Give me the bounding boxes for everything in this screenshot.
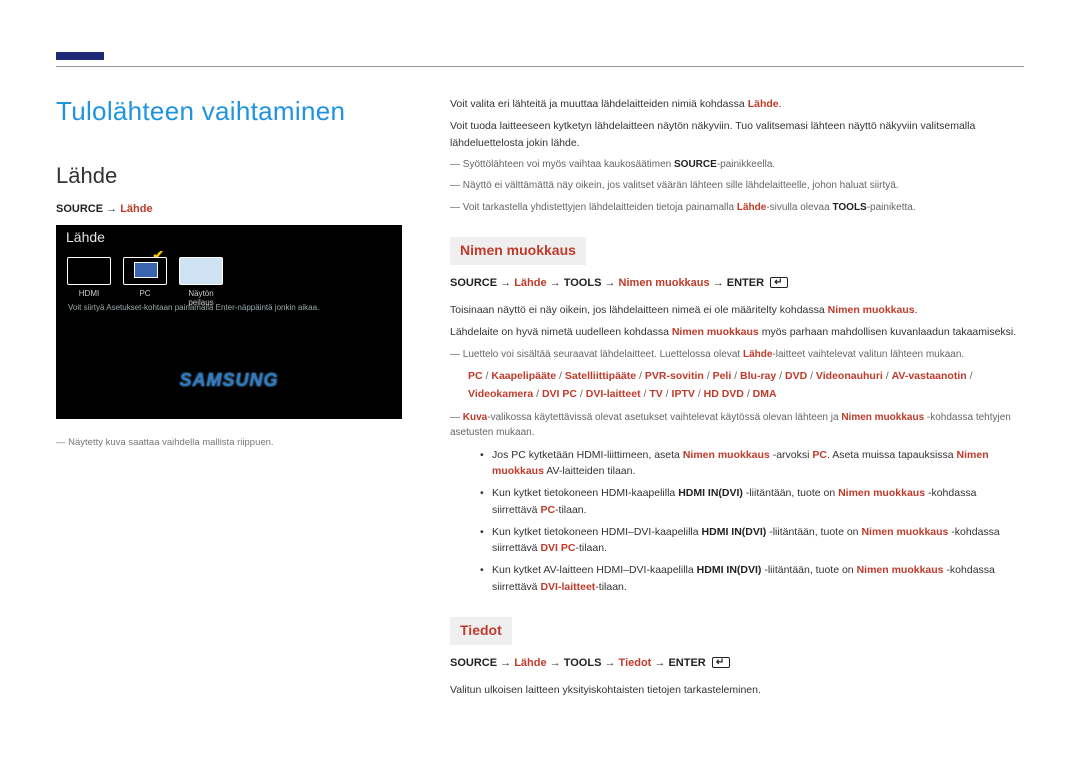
bullet-1: Jos PC kytketään HDMI-liittimeen, aseta … [480,447,1024,480]
bullet-2: Kun kytket tietokoneen HDMI-kaapelilla H… [480,485,1024,518]
para-4: Lähdelaite on hyvä nimetä uudelleen kohd… [450,324,1024,340]
breadcrumb-path-2: SOURCE → Lähde → TOOLS → Nimen muokkaus … [450,275,1024,292]
breadcrumb-path-1: SOURCE → Lähde [56,203,402,215]
source-item-pc: ✔ PC [120,257,170,307]
hdmi-icon [67,257,111,285]
enter-icon [712,657,730,668]
para-tiedot: Valitun ulkoisen laitteen yksityiskohtai… [450,682,1024,698]
note-3: Voit tarkastella yhdistettyjen lähdelait… [450,200,1024,216]
samsung-logo: SAMSUNG [179,370,278,391]
mirror-icon [179,257,223,285]
tv-screenshot: Lähde HDMI ✔ PC Näytön peilaus Voit siir… [56,225,402,419]
breadcrumb-path-3: SOURCE → Lähde → TOOLS → Tiedot → ENTER [450,655,1024,672]
screenshot-hint: Voit siirtyä Asetukset-kohtaan painamall… [68,303,319,312]
note-2: Näyttö ei välttämättä näy oikein, jos va… [450,178,1024,194]
right-column: Voit valita eri lähteitä ja muuttaa lähd… [450,96,1024,704]
bullet-list: Jos PC kytketään HDMI-liittimeen, aseta … [480,447,1024,595]
enter-icon [770,277,788,288]
source-item-mirror: Näytön peilaus [176,257,226,307]
heading-tiedot: Tiedot [450,617,512,645]
bullet-3: Kun kytket tietokoneen HDMI–DVI-kaapelil… [480,524,1024,557]
page-title: Tulolähteen vaihtaminen [56,96,402,127]
path-lahde: Lähde [120,203,152,215]
note-4: Luettelo voi sisältää seuraavat lähdelai… [450,347,1024,363]
note-5: Kuva-valikossa käytettävissä olevat aset… [450,410,1024,441]
screenshot-title: Lähde [66,229,105,245]
note-1: Syöttölähteen voi myös vaihtaa kaukosäät… [450,157,1024,173]
para-1: Voit valita eri lähteitä ja muuttaa lähd… [450,96,1024,112]
para-2: Voit tuoda laitteeseen kytketyn lähdelai… [450,118,1024,151]
heading-nimen-muokkaus: Nimen muokkaus [450,237,586,265]
para-3: Toisinaan näyttö ei näy oikein, jos lähd… [450,302,1024,318]
path-source: SOURCE [56,203,103,215]
source-item-hdmi: HDMI [64,257,114,307]
section-heading-lahde: Lähde [56,163,402,189]
bullet-4: Kun kytket AV-laitteen HDMI–DVI-kaapelil… [480,562,1024,595]
left-column: Tulolähteen vaihtaminen Lähde SOURCE → L… [56,96,402,704]
pc-icon [123,257,167,285]
device-list: PC / Kaapelipääte / Satelliittipääte / P… [468,368,1024,404]
image-footnote: Näytetty kuva saattaa vaihdella mallista… [56,437,402,448]
